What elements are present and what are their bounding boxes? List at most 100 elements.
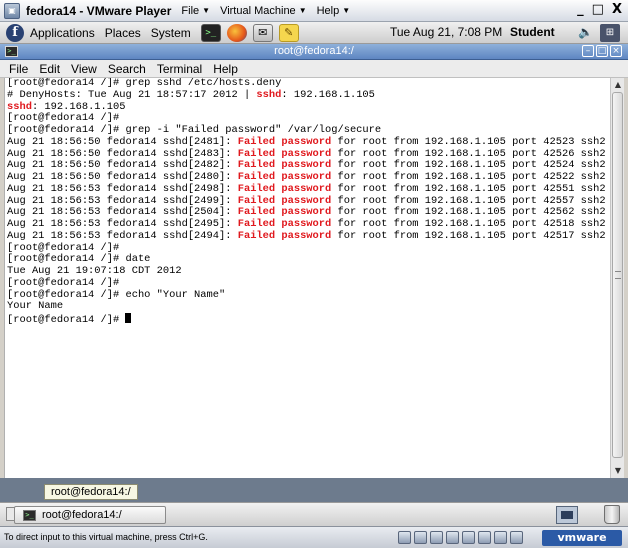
chevron-down-icon: ▼ (298, 6, 307, 15)
workspace-active (561, 511, 573, 519)
highlighted-match: sshd (7, 100, 32, 113)
highlighted-match: Failed password (237, 229, 332, 242)
terminal-text: Aug 21 18:56:50 fedora14 sshd[2480]: (7, 171, 238, 183)
network-adapter-icon[interactable] (446, 531, 459, 544)
terminal-text: [root@fedora14 /]# date (7, 253, 151, 266)
cd-drive-icon[interactable] (414, 531, 427, 544)
terminal-menu-help[interactable]: Help (213, 62, 238, 76)
highlighted-match: Failed password (237, 194, 332, 207)
vmware-menu-help[interactable]: Help ▼ (317, 5, 351, 17)
scroll-down-arrow-icon[interactable]: ▼ (613, 466, 623, 476)
mail-icon[interactable]: ✉ (252, 23, 273, 42)
firefox-icon[interactable] (226, 23, 247, 42)
terminal-minimize-icon[interactable]: – (582, 45, 594, 57)
terminal-text: Aug 21 18:56:50 fedora14 sshd[2482]: (7, 159, 238, 172)
terminal-text: for root from 192.168.1.105 port 42524 s… (331, 159, 606, 172)
terminal-text: # DenyHosts: Tue Aug 21 18:57:17 2012 | (7, 88, 257, 101)
vmware-status-text: To direct input to this virtual machine,… (4, 532, 208, 542)
vmware-logo: vmware (542, 530, 622, 546)
minimize-button[interactable]: _ (577, 2, 584, 17)
terminal-text: Aug 21 18:56:53 fedora14 sshd[2498]: (7, 182, 238, 195)
vmware-menu-file[interactable]: File ▼ (181, 5, 210, 17)
terminal-menu-terminal[interactable]: Terminal (157, 62, 202, 76)
vmware-app-icon: ▣ (4, 2, 20, 19)
panel-menu-applications[interactable]: Applications (30, 26, 95, 40)
terminal-output: [root@fedora14 /]# grep sshd /etc/hosts.… (7, 78, 606, 326)
highlighted-match: Failed password (237, 135, 332, 148)
panel-menu-system[interactable]: System (151, 26, 191, 40)
terminal-icon: >_ (23, 509, 36, 521)
panel-user-menu[interactable]: Student (510, 25, 555, 39)
scrollbar-grip (615, 271, 621, 279)
terminal-text: Aug 21 18:56:50 fedora14 sshd[2483]: (7, 147, 238, 160)
hard-disk-icon[interactable] (398, 531, 411, 544)
terminal-text: [root@fedora14 /]# (7, 314, 126, 326)
vmware-menu-virtual-machine[interactable]: Virtual Machine ▼ (220, 5, 307, 17)
terminal-text: [root@fedora14 /]# echo "Your Name" (7, 288, 226, 301)
terminal-line: [root@fedora14 /]# (7, 313, 606, 326)
terminal-line: Your Name (7, 300, 606, 313)
terminal-close-icon[interactable]: × (610, 45, 622, 57)
terminal-text: for root from 192.168.1.105 port 42526 s… (331, 147, 606, 160)
taskbar-window-button[interactable]: >_ root@fedora14:/ (14, 506, 166, 524)
scroll-up-arrow-icon[interactable]: ▲ (613, 80, 623, 90)
terminal-scrollbar[interactable]: ▲ ▼ (610, 78, 624, 478)
terminal-text: Aug 21 18:56:50 fedora14 sshd[2481]: (7, 135, 238, 148)
trash-icon[interactable] (604, 505, 620, 524)
terminal-text: for root from 192.168.1.105 port 42518 s… (331, 218, 606, 230)
highlighted-match: Failed password (237, 218, 332, 230)
terminal-text: [root@fedora14 /]# (7, 241, 120, 254)
floppy-icon[interactable] (430, 531, 443, 544)
terminal-maximize-icon[interactable]: □ (596, 45, 608, 57)
text-editor-icon[interactable]: ✎ (278, 23, 299, 42)
terminal-text: for root from 192.168.1.105 port 42523 s… (331, 135, 606, 148)
terminal-menu-file[interactable]: File (9, 62, 28, 76)
highlighted-match: sshd (256, 88, 282, 101)
workspace-switcher[interactable] (556, 506, 578, 524)
highlighted-match: Failed password (237, 182, 332, 195)
taskbar-window-label: root@fedora14:/ (42, 509, 122, 521)
terminal-text-area[interactable]: [root@fedora14 /]# grep sshd /etc/hosts.… (4, 78, 610, 478)
volume-icon[interactable]: 🔈 (578, 25, 593, 39)
panel-clock[interactable]: Tue Aug 21, 7:08 PM (390, 25, 502, 39)
chevron-down-icon: ▼ (342, 6, 351, 15)
terminal-text: [root@fedora14 /]# grep sshd /etc/hosts.… (7, 78, 282, 89)
vmware-titlebar: ▣ fedora14 - VMware Player File ▼ Virtual… (0, 0, 628, 22)
taskbar-tooltip: root@fedora14:/ (44, 484, 138, 500)
terminal-menu-edit[interactable]: Edit (39, 62, 60, 76)
sound-icon[interactable] (478, 531, 491, 544)
terminal-icon[interactable]: >_ (200, 23, 221, 42)
gnome-bottom-panel: >_ root@fedora14:/ (0, 502, 628, 526)
maximize-button[interactable]: □ (592, 2, 604, 17)
terminal-titlebar: >_ root@fedora14:/ – □ × (0, 44, 628, 60)
terminal-text: : 192.168.1.105 (281, 88, 375, 101)
close-button[interactable]: X (612, 2, 622, 17)
scrollbar-thumb[interactable] (612, 92, 623, 458)
terminal-text: Aug 21 18:56:53 fedora14 sshd[2494]: (7, 229, 238, 242)
terminal-menu-view[interactable]: View (71, 62, 97, 76)
network-icon[interactable]: ⊞ (600, 24, 620, 42)
terminal-text: Aug 21 18:56:53 fedora14 sshd[2504]: (7, 206, 238, 219)
terminal-text: for root from 192.168.1.105 port 42557 s… (331, 194, 606, 207)
terminal-text: for root from 192.168.1.105 port 42551 s… (331, 182, 606, 195)
terminal-text: Aug 21 18:56:53 fedora14 sshd[2495]: (7, 218, 238, 230)
terminal-window-controls: – □ × (582, 45, 622, 57)
terminal-text: [root@fedora14 /]# grep -i "Failed passw… (7, 124, 382, 136)
panel-menu-places[interactable]: Places (105, 26, 141, 40)
terminal-text: for root from 192.168.1.105 port 42522 s… (331, 171, 606, 183)
usb-icon[interactable] (462, 531, 475, 544)
fedora-logo-icon: f (6, 23, 24, 42)
terminal-text: : 192.168.1.105 (31, 100, 126, 113)
vmware-statusbar: To direct input to this virtual machine,… (0, 526, 628, 548)
terminal-text: [root@fedora14 /]# (7, 112, 120, 125)
message-icon[interactable] (510, 531, 523, 544)
terminal-text: for root from 192.168.1.105 port 42517 s… (331, 229, 606, 242)
terminal-cursor (125, 313, 132, 323)
terminal-menu-search[interactable]: Search (108, 62, 146, 76)
terminal-text: Your Name (7, 300, 64, 313)
printer-icon[interactable] (494, 531, 507, 544)
gnome-top-panel: f Applications Places System >_ ✉ ✎ Tue … (0, 22, 628, 44)
vmware-window-title: fedora14 - VMware Player (26, 3, 172, 18)
vmware-device-icons (398, 531, 523, 544)
terminal-line: [root@fedora14 /]# echo "Your Name" (7, 288, 606, 302)
